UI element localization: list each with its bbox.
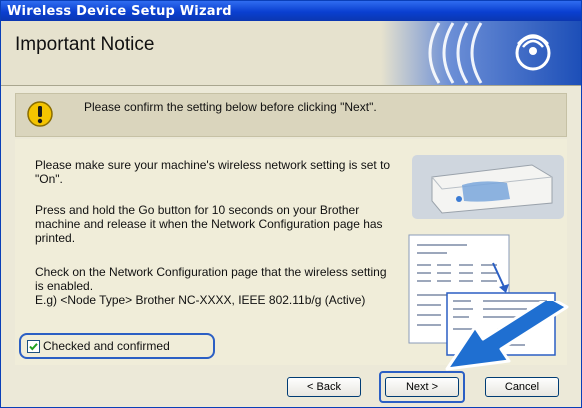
warning-icon [27, 101, 53, 127]
wizard-window: Wireless Device Setup Wizard Important N… [0, 0, 582, 408]
instruction-press-go: Press and hold the Go button for 10 seco… [35, 203, 383, 245]
window-title: Wireless Device Setup Wizard [7, 4, 232, 19]
instruction-check-line: Check on the Network Configuration page … [35, 265, 387, 293]
confirm-checkbox-label[interactable]: Checked and confirmed [43, 339, 170, 353]
cancel-button[interactable]: Cancel [485, 377, 559, 397]
title-bar[interactable]: Wireless Device Setup Wizard [1, 1, 581, 21]
confirm-checkbox-highlight[interactable]: Checked and confirmed [19, 333, 215, 359]
confirm-checkbox[interactable] [27, 340, 40, 353]
page-title: Important Notice [15, 34, 155, 55]
instruction-example-line: E.g) <Node Type> Brother NC-XXXX, IEEE 8… [35, 293, 366, 307]
wireless-logo-icon [381, 21, 581, 85]
instruction-check-config: Check on the Network Configuration page … [35, 265, 395, 307]
printer-image [412, 155, 564, 219]
instruction-wireless-on: Please make sure your machine's wireless… [35, 158, 391, 186]
checkmark-icon [29, 343, 38, 351]
next-button[interactable]: Next > [385, 377, 459, 397]
notice-text: Please confirm the setting below before … [84, 100, 377, 114]
wizard-header: Important Notice [1, 21, 581, 86]
notice-banner: Please confirm the setting below before … [15, 93, 567, 137]
pointer-arrow-icon [445, 301, 569, 371]
back-button[interactable]: < Back [287, 377, 361, 397]
